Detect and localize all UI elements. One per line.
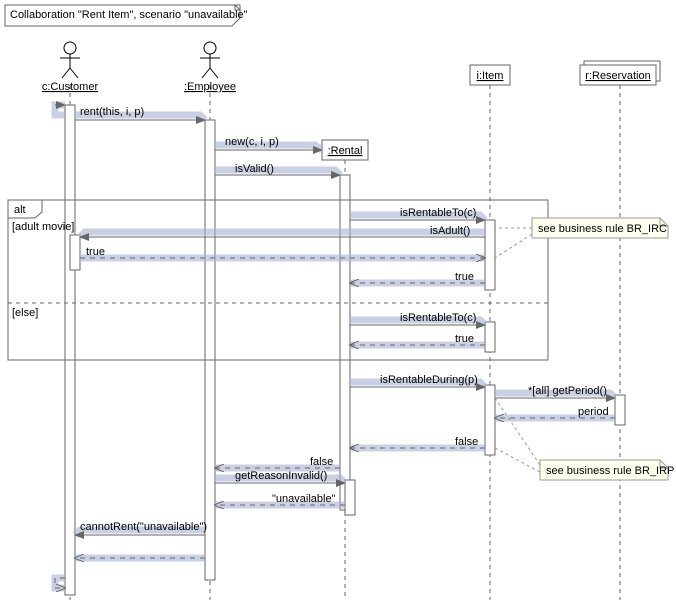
guard-adult-movie: [adult movie]: [12, 221, 74, 233]
svg-text:isAdult(): isAdult(): [430, 225, 470, 237]
svg-text:false: false: [310, 456, 333, 468]
guard-else: [else]: [12, 307, 38, 319]
svg-text:cannotRent("unavailable"): cannotRent("unavailable"): [80, 521, 207, 533]
svg-text:see business rule BR_IRC: see business rule BR_IRC: [538, 223, 667, 235]
sequence-diagram: Collaboration "Rent Item", scenario "una…: [0, 0, 676, 608]
svg-text:new(c, i, p): new(c, i, p): [225, 136, 279, 148]
svg-text::Employee: :Employee: [184, 81, 236, 93]
activation-rental-1: [340, 175, 350, 510]
svg-text:isRentableDuring(p): isRentableDuring(p): [380, 374, 478, 386]
activation-rental-2: [345, 480, 355, 515]
activation-employee: [205, 120, 215, 580]
actor-employee: :Employee: [184, 42, 236, 93]
svg-text:rent(this, i, p): rent(this, i, p): [80, 106, 144, 118]
svg-text:true: true: [455, 271, 474, 283]
activation-item-3: [485, 385, 495, 455]
svg-text:true: true: [86, 246, 105, 258]
svg-text::Rental: :Rental: [328, 145, 363, 157]
activation-customer-nested: [70, 235, 80, 270]
activation-reservation: [615, 395, 625, 425]
svg-text:false: false: [455, 436, 478, 448]
svg-text:true: true: [455, 333, 474, 345]
svg-text:r:Reservation: r:Reservation: [585, 70, 650, 82]
actor-customer: c:Customer: [42, 42, 99, 93]
diagram-title: Collaboration "Rent Item", scenario "una…: [10, 9, 248, 21]
svg-text:see business rule BR_IRP: see business rule BR_IRP: [546, 465, 674, 477]
svg-text:isRentableTo(c): isRentableTo(c): [400, 312, 476, 324]
activation-item-2: [485, 322, 495, 352]
activation-item-1: [485, 220, 495, 290]
svg-text:getReasonInvalid(): getReasonInvalid(): [235, 470, 327, 482]
diagram-title-frame: Collaboration "Rent Item", scenario "una…: [5, 5, 248, 26]
participant-item: i:Item: [470, 65, 510, 85]
svg-text:i:Item: i:Item: [477, 70, 504, 82]
participant-rental: :Rental: [322, 140, 368, 160]
participant-reservation: r:Reservation: [580, 61, 660, 85]
svg-text:isValid(): isValid(): [235, 163, 274, 175]
svg-text:c:Customer: c:Customer: [42, 81, 99, 93]
svg-text:period: period: [578, 406, 609, 418]
svg-text:*[all] getPeriod(): *[all] getPeriod(): [528, 385, 607, 397]
svg-text:alt: alt: [14, 204, 26, 216]
note-br-irc: see business rule BR_IRC: [495, 218, 668, 258]
activation-customer: [65, 105, 75, 595]
svg-text:"unavailable": "unavailable": [272, 493, 336, 505]
svg-text:isRentableTo(c): isRentableTo(c): [400, 207, 476, 219]
